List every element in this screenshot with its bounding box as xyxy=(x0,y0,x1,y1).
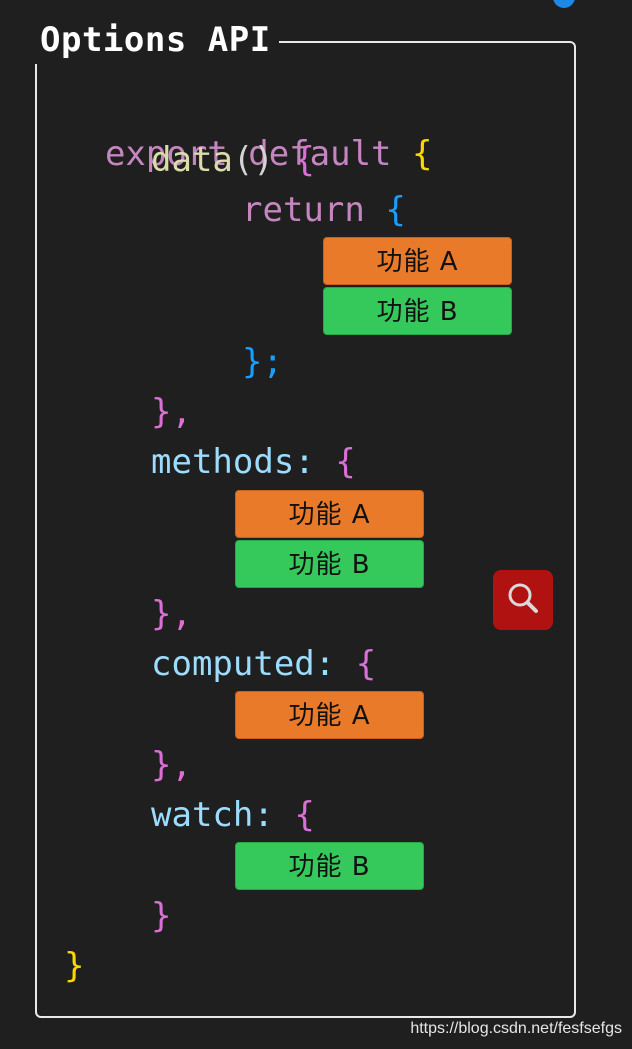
data-feature-b: 功能 B xyxy=(323,287,512,335)
code-line-data-close: }, xyxy=(151,390,192,434)
methods-key: methods: xyxy=(151,442,315,482)
status-dot xyxy=(553,0,575,8)
export-open-brace: { xyxy=(412,134,433,174)
code-line-watch: watch: { xyxy=(151,793,315,837)
search-button[interactable] xyxy=(493,570,553,630)
code-line-return: return { xyxy=(242,188,406,232)
code-line-methods: methods: { xyxy=(151,440,356,484)
data-parens: () xyxy=(232,140,274,180)
data-open-brace: { xyxy=(294,140,315,180)
computed-key: computed: xyxy=(151,644,336,684)
export-close-brace: } xyxy=(64,946,85,986)
code-line-computed-close: }, xyxy=(151,743,192,787)
computed-close-brace: }, xyxy=(151,745,192,785)
data-feature-a: 功能 A xyxy=(323,237,512,285)
code-line-export-close: } xyxy=(64,944,84,988)
watch-feature-b: 功能 B xyxy=(235,842,424,890)
code-line-watch-close: } xyxy=(151,894,171,938)
code-line-methods-close: }, xyxy=(151,592,192,636)
panel-title: Options API xyxy=(30,16,279,64)
watch-key: watch: xyxy=(151,795,274,835)
watermark-url: https://blog.csdn.net/fesfsefgs xyxy=(410,1020,622,1037)
methods-feature-b: 功能 B xyxy=(235,540,424,588)
data-close-brace: }, xyxy=(151,392,192,432)
return-close-brace: }; xyxy=(242,342,283,382)
code-line-computed: computed: { xyxy=(151,642,376,686)
code-line-data: data() { xyxy=(151,138,315,182)
watch-open-brace: { xyxy=(294,795,315,835)
computed-feature-a: 功能 A xyxy=(235,691,424,739)
methods-feature-a: 功能 A xyxy=(235,490,424,538)
return-open-brace: { xyxy=(385,190,406,230)
data-function: data xyxy=(151,140,233,180)
computed-open-brace: { xyxy=(355,644,377,684)
methods-open-brace: { xyxy=(335,442,356,482)
methods-close-brace: }, xyxy=(151,594,192,634)
return-keyword: return xyxy=(242,190,365,230)
watch-close-brace: } xyxy=(151,896,172,936)
code-line-return-close: }; xyxy=(242,340,283,384)
search-icon xyxy=(504,579,542,621)
